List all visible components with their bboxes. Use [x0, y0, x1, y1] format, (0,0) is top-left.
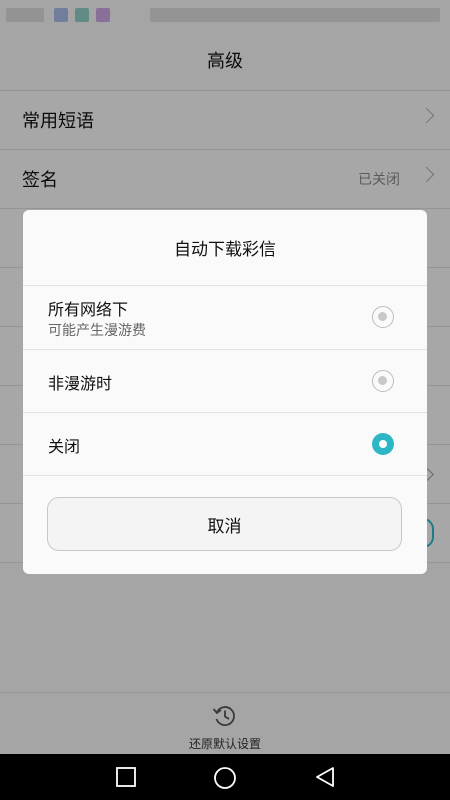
radio-button-selected[interactable]	[372, 433, 394, 455]
square-nav-icon[interactable]	[115, 766, 137, 792]
radio-button[interactable]	[372, 306, 394, 328]
circle-nav-icon[interactable]	[213, 766, 237, 794]
radio-button[interactable]	[372, 370, 394, 392]
cancel-button[interactable]: 取消	[47, 497, 402, 551]
option-sublabel: 可能产生漫游费	[48, 323, 146, 339]
navigation-bar	[0, 754, 450, 800]
back-nav-icon[interactable]	[314, 766, 336, 792]
option-off[interactable]: 关闭	[23, 413, 427, 476]
option-all-networks[interactable]: 所有网络下 可能产生漫游费	[23, 286, 427, 350]
auto-download-mms-dialog: 自动下载彩信 所有网络下 可能产生漫游费 非漫游时 关闭 取消	[23, 210, 427, 574]
option-label: 关闭	[48, 437, 81, 456]
option-label: 非漫游时	[48, 374, 113, 393]
option-label: 所有网络下	[48, 300, 129, 319]
dialog-title: 自动下载彩信	[23, 210, 427, 286]
option-non-roaming[interactable]: 非漫游时	[23, 350, 427, 413]
